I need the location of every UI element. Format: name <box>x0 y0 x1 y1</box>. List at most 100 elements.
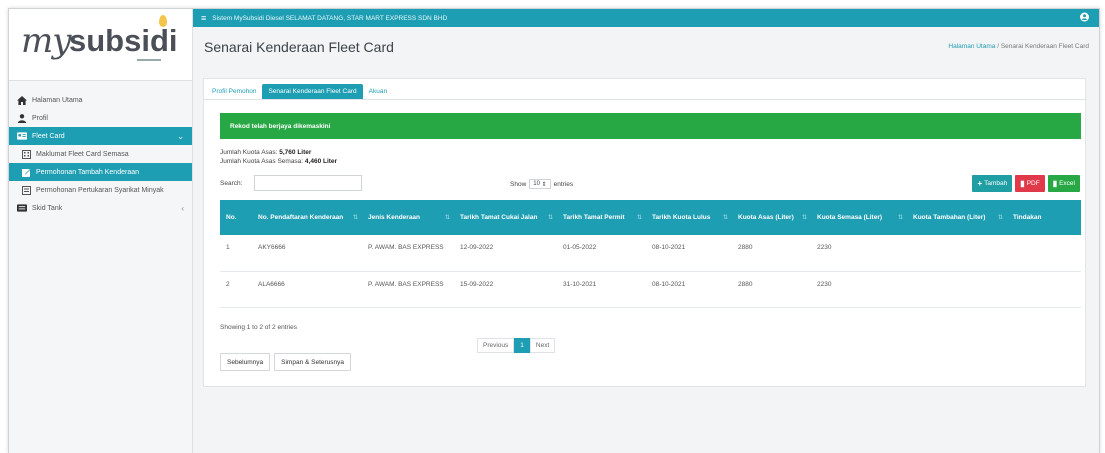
sidebar-item-label: Maklumat Fleet Card Semasa <box>36 150 129 158</box>
sidebar-item-label: Skid Tank <box>32 204 63 212</box>
tab-akuan[interactable]: Akuan <box>363 84 393 99</box>
pagination-previous[interactable]: Previous <box>477 338 515 353</box>
sidebar-item-label: Profil <box>32 114 48 122</box>
topbar: ≡ Sistem MySubsidi Diesel SELAMAT DATANG… <box>193 9 1099 27</box>
sort-icon: ⇅ <box>722 215 728 221</box>
app-window: my subsidi Halaman Utama Profil Fleet Ca… <box>8 8 1100 453</box>
breadcrumb-home-link[interactable]: Halaman Utama <box>948 43 995 50</box>
sidebar-item-permohonan-pertukaran[interactable]: Permohonan Pertukaran Syarikat Minyak <box>9 181 192 199</box>
entries-select[interactable]: 10 ⇕ <box>529 179 551 189</box>
column-header-label: Tarikh Tamat Permit <box>563 213 625 221</box>
excel-button[interactable]: ▮ Excel <box>1047 175 1080 192</box>
quota-semasa-label: Jumlah Kuota Asas Semasa: <box>220 158 304 165</box>
quota-asas-value: 5,760 Liter <box>279 149 312 156</box>
breadcrumb-separator: / <box>997 43 1000 50</box>
quota-asas-label: Jumlah Kuota Asas: <box>220 149 278 156</box>
table-cell: 31-10-2021 <box>557 271 646 308</box>
file-pdf-icon: ▮ <box>1020 179 1025 188</box>
table-cell: 1 <box>220 235 252 272</box>
search-input[interactable] <box>254 175 362 191</box>
table-controls: Search: Show 10 ⇕ entries + Tambah ▮ PDF ▮… <box>220 175 1081 193</box>
table-cell: 12-09-2022 <box>454 235 557 272</box>
table-cell <box>907 271 1007 308</box>
sidebar-item-label: Fleet Card <box>32 132 65 140</box>
sidebar-item-halaman-utama[interactable]: Halaman Utama <box>9 91 192 109</box>
column-header[interactable]: Kuota Asas (Liter) ⇅ <box>732 200 811 235</box>
entries-length: Show 10 ⇕ entries <box>510 179 573 189</box>
sort-icon: ⇅ <box>801 215 807 221</box>
add-button[interactable]: + Tambah <box>972 175 1013 192</box>
logo[interactable]: my subsidi <box>9 9 192 81</box>
sidebar: my subsidi Halaman Utama Profil Fleet Ca… <box>9 9 193 453</box>
table-cell: P. AWAM. BAS EXPRESS <box>362 235 454 272</box>
tank-icon <box>17 204 27 213</box>
table-cell: 2230 <box>811 271 907 308</box>
sort-icon: ⇅ <box>897 215 903 221</box>
sidebar-item-permohonan-tambah-kenderaan[interactable]: Permohonan Tambah Kenderaan <box>9 163 192 181</box>
sidebar-item-maklumat-fleet-card[interactable]: Maklumat Fleet Card Semasa <box>9 145 192 163</box>
column-header[interactable]: Tarikh Kuota Lulus ⇅ <box>646 200 732 235</box>
file-excel-icon: ▮ <box>1052 179 1058 188</box>
pdf-button-label: PDF <box>1026 180 1040 187</box>
table-cell: AKY6666 <box>252 235 362 272</box>
table-cell: 08-10-2021 <box>646 271 732 308</box>
footer-buttons: Sebelumnya Simpan & Seterusnya <box>220 353 352 371</box>
quota-summary: Jumlah Kuota Asas: 5,760 Liter Jumlah Ku… <box>220 148 337 166</box>
column-header[interactable]: No. <box>220 200 252 235</box>
sidebar-nav: Halaman Utama Profil Fleet Card ⌄ Maklum… <box>9 81 192 217</box>
table-cell <box>1007 235 1081 272</box>
column-header[interactable]: Tarikh Tamat Permit ⇅ <box>557 200 646 235</box>
tab-senarai-kenderaan[interactable]: Senarai Kenderaan Fleet Card <box>262 84 363 99</box>
back-button[interactable]: Sebelumnya <box>220 353 271 371</box>
sidebar-item-fleet-card[interactable]: Fleet Card ⌄ <box>9 127 192 145</box>
table-row: 2 ALA6666 P. AWAM. BAS EXPRESS 15-09-202… <box>220 271 1081 308</box>
pagination-page-1[interactable]: 1 <box>514 338 530 353</box>
quota-semasa-value: 4,460 Liter <box>304 158 338 165</box>
save-next-button[interactable]: Simpan & Seterusnya <box>274 353 352 371</box>
show-suffix: entries <box>553 180 574 188</box>
column-header-label: No. Pendaftaran Kenderaan <box>258 213 344 221</box>
list-icon <box>21 185 31 195</box>
sidebar-item-label: Permohonan Pertukaran Syarikat Minyak <box>36 186 164 194</box>
logo-prefix: my <box>21 21 71 61</box>
table-row: 1 AKY6666 P. AWAM. BAS EXPRESS 12-09-202… <box>220 235 1081 272</box>
chevron-down-icon: ⌄ <box>177 131 184 141</box>
sidebar-item-profil[interactable]: Profil <box>9 109 192 127</box>
sidebar-item-skid-tank[interactable]: Skid Tank ‹ <box>9 199 192 217</box>
column-header[interactable]: Kuota Semasa (Liter) ⇅ <box>811 200 907 235</box>
chevron-left-icon: ‹ <box>181 203 184 213</box>
tab-profil-pemohon[interactable]: Profil Pemohon <box>206 84 262 99</box>
column-header-label: Tarikh Kuota Lulus <box>652 213 711 221</box>
column-header[interactable]: No. Pendaftaran Kenderaan ⇅ <box>252 200 362 235</box>
sort-icon: ⇅ <box>997 215 1003 221</box>
success-alert: Rekod telah berjaya dikemaskini <box>220 113 1081 139</box>
column-header[interactable]: Kuota Tambahan (Liter) ⇅ <box>907 200 1007 235</box>
table-info: Showing 1 to 2 of 2 entries <box>220 324 297 331</box>
card-icon <box>17 132 27 141</box>
table-cell: 2 <box>220 271 252 308</box>
table-cell: 2880 <box>732 271 811 308</box>
menu-icon[interactable]: ≡ <box>201 13 206 23</box>
home-icon <box>17 95 27 105</box>
sidebar-item-label: Permohonan Tambah Kenderaan <box>36 168 140 176</box>
logo-main: subsidi <box>69 23 178 58</box>
table-cell: 15-09-2022 <box>454 271 557 308</box>
table-cell: P. AWAM. BAS EXPRESS <box>362 271 454 308</box>
column-header-label: Kuota Asas (Liter) <box>738 213 794 221</box>
sort-icon: ⇅ <box>547 215 553 221</box>
table-cell: ALA6666 <box>252 271 362 308</box>
column-header[interactable]: Tindakan <box>1007 200 1081 235</box>
sidebar-item-label: Halaman Utama <box>32 96 83 104</box>
user-icon <box>17 113 27 123</box>
excel-button-label: Excel <box>1059 180 1075 187</box>
table-header-row: No. No. Pendaftaran Kenderaan ⇅ Jenis Ken… <box>220 200 1081 235</box>
column-header[interactable]: Jenis Kenderaan ⇅ <box>362 200 454 235</box>
user-icon[interactable] <box>1080 12 1089 25</box>
column-header[interactable]: Tarikh Tamat Cukai Jalan ⇅ <box>454 200 557 235</box>
edit-icon <box>21 168 31 177</box>
page-title: Senarai Kenderaan Fleet Card <box>204 39 394 55</box>
pdf-button[interactable]: ▮ PDF <box>1015 175 1045 192</box>
table-cell <box>907 235 1007 272</box>
pagination-next[interactable]: Next <box>529 338 556 353</box>
table-cell: 2880 <box>732 235 811 272</box>
